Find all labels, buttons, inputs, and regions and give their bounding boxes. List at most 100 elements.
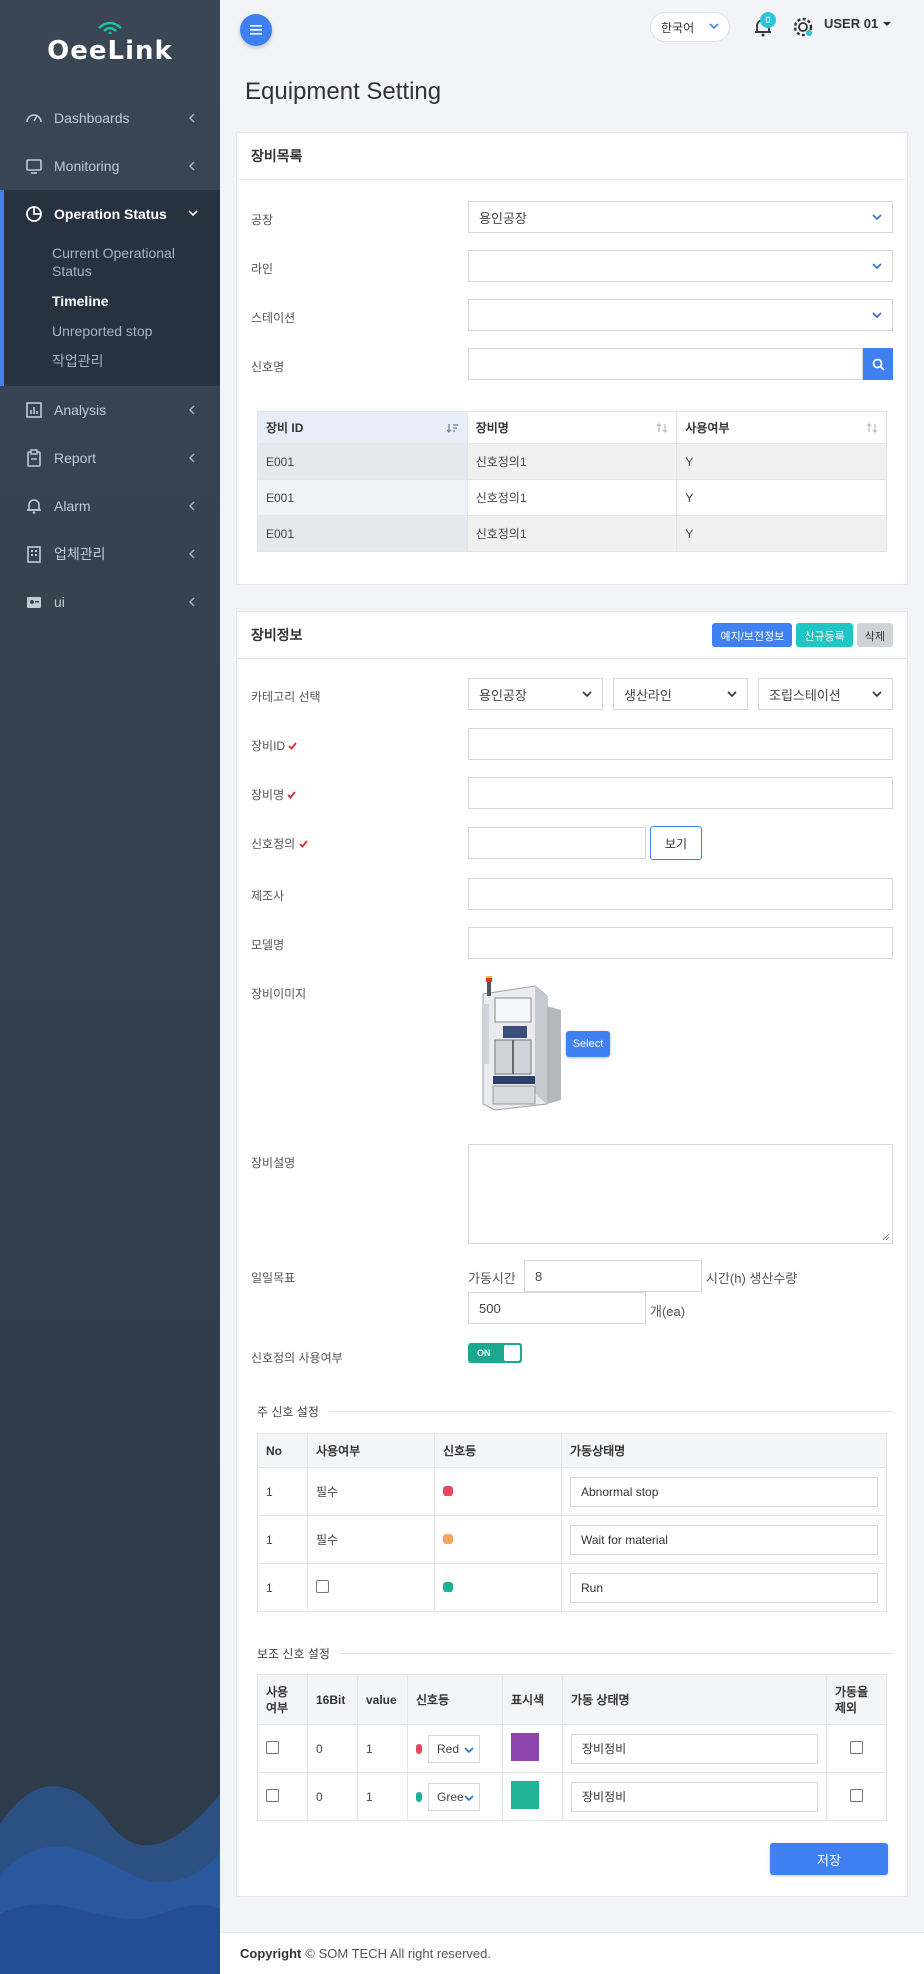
new-register-button[interactable]: 신규등록 bbox=[796, 623, 853, 647]
cell-state-name: 장비정비 bbox=[562, 1772, 827, 1821]
toggle-knob bbox=[504, 1345, 520, 1361]
sidebar-item-company[interactable]: 업체관리 bbox=[0, 530, 220, 578]
chevron-down-icon bbox=[727, 691, 737, 698]
operating-hours-input[interactable]: 8 bbox=[524, 1260, 702, 1292]
maker-input[interactable] bbox=[468, 878, 893, 910]
signal-dot-orange bbox=[443, 1533, 453, 1544]
signal-def-input[interactable] bbox=[468, 827, 646, 859]
state-name-input[interactable]: Abnormal stop bbox=[570, 1476, 878, 1507]
cell-signal-light bbox=[434, 1467, 562, 1516]
topbar: 한국어 0 USER 01 bbox=[220, 0, 924, 60]
save-button[interactable]: 저장 bbox=[770, 1843, 888, 1875]
column-header-16bit: 16Bit bbox=[307, 1674, 358, 1725]
table-row[interactable]: E001 신호정의1 Y bbox=[257, 443, 887, 480]
use-checkbox[interactable] bbox=[266, 1788, 279, 1802]
column-header-equipment-id[interactable]: 장비 ID bbox=[257, 411, 468, 444]
category-factory-select[interactable]: 용인공장 bbox=[468, 678, 603, 710]
section-divider bbox=[257, 1411, 893, 1412]
wifi-icon bbox=[98, 21, 122, 34]
column-header-signal-light: 신호등 bbox=[407, 1674, 503, 1725]
column-header-state-name: 가동 상태명 bbox=[562, 1674, 827, 1725]
sidebar-item-ui[interactable]: ui bbox=[0, 578, 220, 626]
view-button[interactable]: 보기 bbox=[650, 826, 702, 860]
search-button[interactable] bbox=[863, 348, 893, 380]
signal-dot-green bbox=[443, 1581, 453, 1592]
chevron-down-icon bbox=[872, 312, 882, 319]
maintenance-info-button[interactable]: 예지/보전정보 bbox=[712, 623, 793, 647]
column-header-use: 사용여부 bbox=[307, 1433, 435, 1468]
menu-toggle-button[interactable] bbox=[240, 14, 272, 46]
maker-label: 제조사 bbox=[251, 889, 285, 903]
column-header-equipment-name[interactable]: 장비명 bbox=[466, 411, 678, 444]
factory-select-value: 용인공장 bbox=[479, 210, 527, 226]
building-icon bbox=[24, 544, 44, 564]
signal-use-toggle[interactable]: ON bbox=[468, 1343, 522, 1363]
model-label: 모델명 bbox=[251, 938, 285, 952]
chevron-down-icon bbox=[188, 209, 198, 219]
signal-light-select[interactable]: Gree bbox=[428, 1782, 480, 1811]
category-line-select[interactable]: 생산라인 bbox=[613, 678, 748, 710]
table-row[interactable]: E001 신호정의1 Y bbox=[257, 479, 887, 516]
signal-name-input[interactable] bbox=[468, 348, 863, 380]
cell-signal-light: Red bbox=[407, 1724, 503, 1773]
sidebar-item-analysis[interactable]: Analysis bbox=[0, 386, 220, 434]
use-checkbox[interactable] bbox=[266, 1740, 279, 1754]
select-image-button[interactable]: Select bbox=[566, 1031, 610, 1057]
sort-icon bbox=[866, 423, 878, 433]
equipment-name-input[interactable] bbox=[468, 777, 893, 809]
sidebar-item-alarm[interactable]: Alarm bbox=[0, 482, 220, 530]
sidebar-item-dashboards[interactable]: Dashboards bbox=[0, 94, 220, 142]
sidebar-subitem-timeline[interactable]: Timeline bbox=[4, 286, 220, 316]
chevron-down-icon bbox=[464, 1793, 474, 1802]
user-name: USER 01 bbox=[824, 16, 879, 31]
chevron-down-icon bbox=[709, 23, 719, 30]
table-row: 1 필수 Wait for material bbox=[257, 1515, 887, 1564]
sidebar-subitem-current-operational-status[interactable]: Current Operational Status bbox=[4, 238, 220, 286]
sidebar-subitem-unreported-stop[interactable]: Unreported stop bbox=[4, 316, 220, 346]
signal-dot-green bbox=[416, 1791, 422, 1802]
station-select[interactable] bbox=[468, 299, 893, 331]
column-header-use-status[interactable]: 사용여부 bbox=[676, 411, 887, 444]
display-color-swatch[interactable] bbox=[511, 1733, 539, 1761]
cell-state-name: 장비정비 bbox=[562, 1724, 827, 1773]
state-name-input[interactable]: Wait for material bbox=[570, 1524, 878, 1555]
equipment-info-card: 장비정보 예지/보전정보 신규등록 삭제 카테고리 선택 용인공장 생산라인 조… bbox=[236, 611, 908, 1897]
state-name-input[interactable]: 장비정비 bbox=[571, 1733, 818, 1764]
state-name-input[interactable]: Run bbox=[570, 1572, 878, 1603]
production-qty-input[interactable]: 500 bbox=[468, 1292, 646, 1324]
language-select[interactable]: 한국어 bbox=[650, 12, 730, 42]
sidebar-submenu: Current Operational Status Timeline Unre… bbox=[4, 238, 220, 386]
filter-label-factory: 공장 bbox=[251, 213, 274, 227]
use-checkbox[interactable] bbox=[316, 1579, 329, 1593]
exclude-rate-checkbox[interactable] bbox=[850, 1788, 863, 1802]
sidebar-item-operation-status[interactable]: Operation Status bbox=[4, 190, 220, 238]
footer: Copyright © SOM TECH All right reserved. bbox=[220, 1932, 924, 1974]
sidebar-subitem-work-management[interactable]: 작업관리 bbox=[4, 346, 220, 376]
sidebar-item-report[interactable]: Report bbox=[0, 434, 220, 482]
gauge-icon bbox=[24, 108, 44, 128]
gear-icon[interactable] bbox=[790, 14, 816, 40]
display-color-swatch[interactable] bbox=[511, 1781, 539, 1809]
delete-button[interactable]: 삭제 bbox=[856, 623, 893, 647]
cell-use: 필수 bbox=[307, 1515, 435, 1564]
cell-use bbox=[257, 1724, 308, 1773]
state-name-input[interactable]: 장비정비 bbox=[571, 1781, 818, 1812]
factory-select[interactable]: 용인공장 bbox=[468, 201, 893, 233]
line-select[interactable] bbox=[468, 250, 893, 282]
cell-equipment-id: E001 bbox=[257, 479, 468, 516]
category-station-select[interactable]: 조립스테이션 bbox=[758, 678, 893, 710]
user-menu[interactable]: USER 01 bbox=[824, 16, 892, 31]
sidebar-item-monitoring[interactable]: Monitoring bbox=[0, 142, 220, 190]
column-header-display-color: 표시색 bbox=[502, 1674, 563, 1725]
description-textarea[interactable] bbox=[468, 1144, 893, 1244]
signal-light-select[interactable]: Red bbox=[428, 1734, 480, 1763]
column-header-exclude-rate: 가동율 제외 bbox=[826, 1674, 887, 1725]
table-row[interactable]: E001 신호정의1 Y bbox=[257, 515, 887, 552]
logo[interactable]: OeeLink bbox=[0, 0, 220, 86]
cell-display-color bbox=[502, 1772, 563, 1821]
daily-target-label: 일일목표 bbox=[251, 1271, 296, 1285]
equipment-id-input[interactable] bbox=[468, 728, 893, 760]
model-input[interactable] bbox=[468, 927, 893, 959]
exclude-rate-checkbox[interactable] bbox=[850, 1740, 863, 1754]
cell-16bit: 0 bbox=[307, 1772, 358, 1821]
